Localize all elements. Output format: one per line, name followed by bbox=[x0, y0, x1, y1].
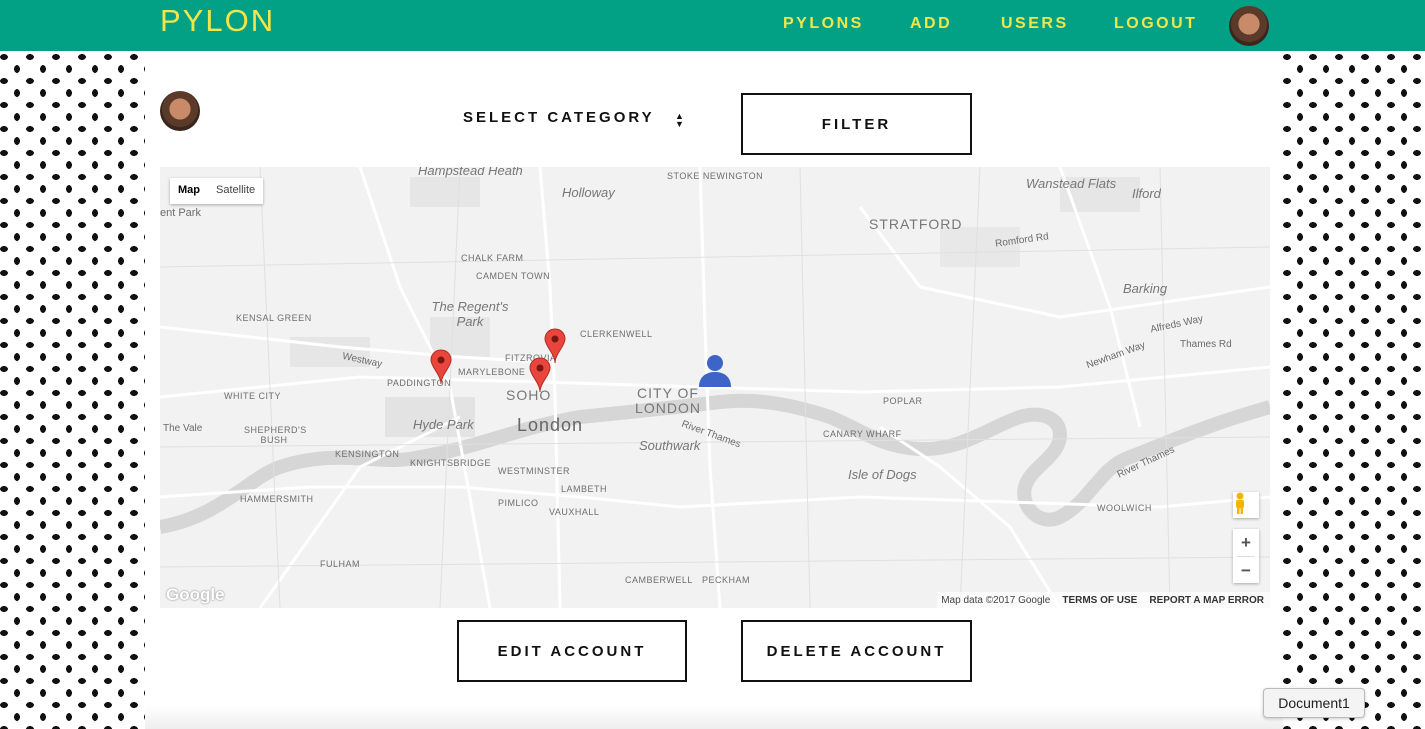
brand-logo[interactable]: PYLON bbox=[160, 3, 275, 39]
map-attribution: Map data ©2017 Google TERMS OF USE REPOR… bbox=[937, 592, 1270, 608]
terms-of-use-link[interactable]: TERMS OF USE bbox=[1062, 595, 1137, 606]
map-label: CAMDEN TOWN bbox=[476, 271, 551, 281]
profile-avatar bbox=[160, 91, 200, 131]
pylon-marker[interactable] bbox=[430, 349, 452, 385]
street-view-pegman[interactable] bbox=[1233, 492, 1259, 518]
map-label: CLERKENWELL bbox=[580, 329, 653, 339]
map-label: WHITE CITY bbox=[224, 391, 281, 401]
select-arrows-icon: ▲ ▼ bbox=[675, 111, 684, 129]
map-label: VAUXHALL bbox=[549, 507, 600, 517]
map-label: Wanstead Flats bbox=[1026, 176, 1117, 191]
user-location-marker[interactable] bbox=[697, 354, 733, 388]
map-label: CANARY WHARF bbox=[823, 429, 902, 439]
user-avatar[interactable] bbox=[1229, 6, 1269, 46]
map-label: Holloway bbox=[562, 185, 615, 200]
map-label: MARYLEBONE bbox=[458, 367, 526, 377]
map-label: KENSINGTON bbox=[335, 449, 400, 459]
nav-link-users[interactable]: USERS bbox=[1001, 15, 1069, 33]
map-pin-icon bbox=[529, 357, 551, 393]
edit-account-button[interactable]: EDIT ACCOUNT bbox=[457, 620, 687, 682]
map-label: CAMBERWELL bbox=[625, 575, 693, 585]
report-map-error-link[interactable]: REPORT A MAP ERROR bbox=[1149, 595, 1264, 606]
map-label: SHEPHERD'S BUSH bbox=[244, 425, 307, 445]
map-label: Isle of Dogs bbox=[848, 467, 917, 482]
polka-dot-background-left bbox=[0, 51, 145, 729]
map-label: London bbox=[517, 415, 584, 435]
map-label: KENSAL GREEN bbox=[236, 313, 312, 323]
google-logo[interactable]: Google bbox=[166, 585, 225, 605]
map-label: The Regent's Park bbox=[431, 299, 509, 329]
nav-link-pylons[interactable]: PYLONS bbox=[783, 15, 864, 33]
map-label: KNIGHTSBRIDGE bbox=[410, 458, 492, 468]
person-icon bbox=[699, 355, 731, 387]
map-pin-icon bbox=[430, 349, 452, 385]
polka-dot-background-right bbox=[1283, 51, 1425, 729]
map-label: CITY OF LONDON bbox=[635, 385, 701, 416]
map-type-satellite-button[interactable]: Satellite bbox=[208, 178, 263, 204]
map-label: Barking bbox=[1123, 281, 1168, 296]
map-label: ent Park bbox=[160, 207, 201, 219]
map-label: FULHAM bbox=[320, 559, 361, 569]
document-tooltip: Document1 bbox=[1263, 688, 1365, 718]
zoom-control: + − bbox=[1233, 529, 1259, 583]
map-label: PECKHAM bbox=[702, 575, 751, 585]
category-select-label: SELECT CATEGORY bbox=[463, 109, 655, 126]
map-type-map-button[interactable]: Map bbox=[170, 178, 208, 204]
map-type-control: Map Satellite bbox=[170, 178, 264, 204]
map-label: Hyde Park bbox=[413, 417, 474, 432]
map-label: Hampstead Heath bbox=[418, 167, 523, 178]
pegman-icon bbox=[1236, 492, 1244, 514]
map-label: LAMBETH bbox=[561, 484, 608, 494]
zoom-out-button[interactable]: − bbox=[1233, 557, 1259, 584]
map-label: WESTMINSTER bbox=[498, 466, 570, 476]
map-label: POPLAR bbox=[883, 396, 923, 406]
map-label: CHALK FARM bbox=[461, 253, 524, 263]
map-label: STOKE NEWINGTON bbox=[667, 171, 764, 181]
map-label: STRATFORD bbox=[869, 216, 963, 232]
filter-button[interactable]: FILTER bbox=[741, 93, 972, 155]
nav-link-logout[interactable]: LOGOUT bbox=[1114, 15, 1197, 33]
nav-link-add[interactable]: ADD bbox=[910, 15, 952, 33]
map[interactable]: Hampstead Heath STOKE NEWINGTON Holloway… bbox=[160, 167, 1270, 608]
zoom-in-button[interactable]: + bbox=[1233, 529, 1259, 556]
map-data-credit: Map data ©2017 Google bbox=[941, 594, 1051, 606]
category-select[interactable]: SELECT CATEGORY bbox=[463, 109, 693, 133]
map-label: Thames Rd bbox=[1180, 339, 1232, 350]
map-label: HAMMERSMITH bbox=[240, 494, 314, 504]
map-label: WOOLWICH bbox=[1097, 503, 1152, 513]
map-label: PIMLICO bbox=[498, 498, 539, 508]
map-label: The Vale bbox=[163, 423, 203, 434]
navbar: PYLON PYLONS ADD USERS LOGOUT bbox=[0, 0, 1425, 51]
bottom-shadow bbox=[145, 706, 1283, 729]
map-label: Ilford bbox=[1132, 186, 1161, 201]
delete-account-button[interactable]: DELETE ACCOUNT bbox=[741, 620, 972, 682]
map-label: Southwark bbox=[639, 438, 701, 453]
pylon-marker[interactable] bbox=[529, 357, 551, 393]
